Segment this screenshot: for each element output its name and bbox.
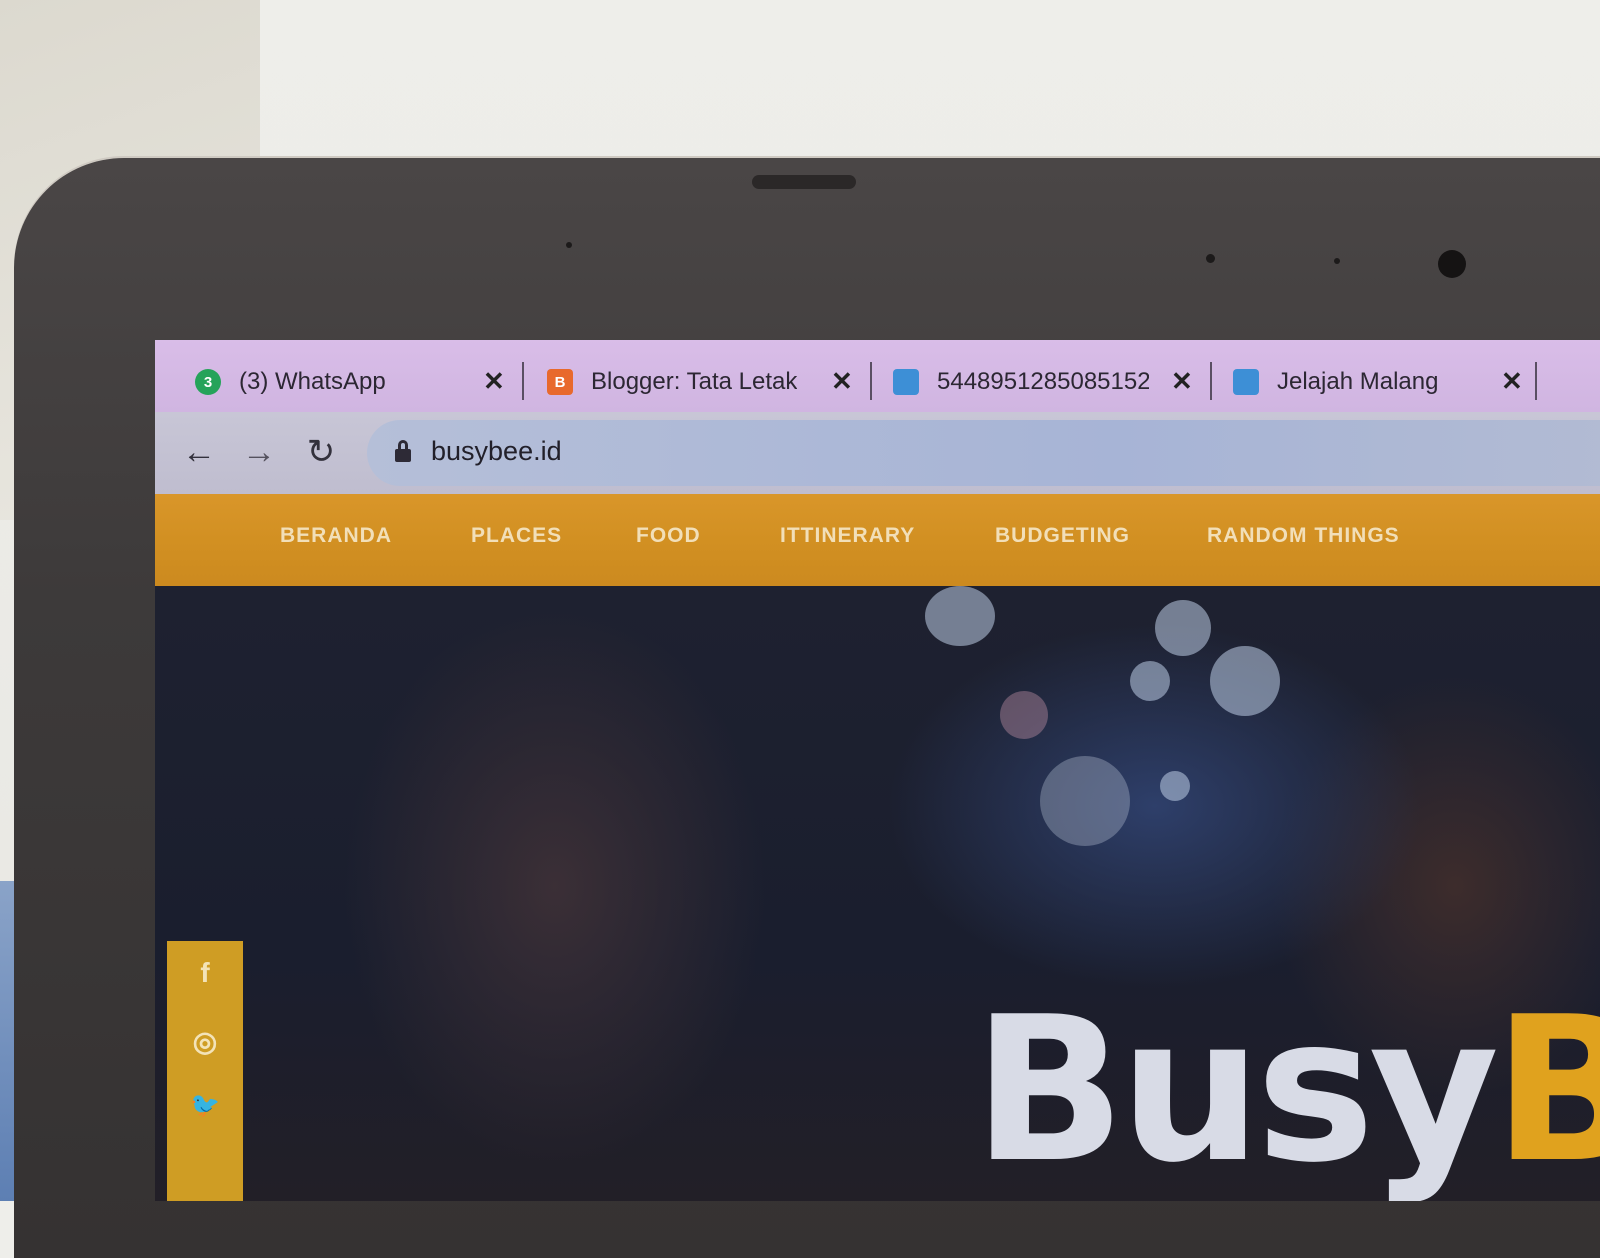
tab-jelajah-malang[interactable]: Jelajah Malang ✕ bbox=[1233, 352, 1553, 412]
hero-bubble bbox=[1155, 600, 1211, 656]
webcam-bump bbox=[752, 175, 856, 189]
tab-strip: 3 (3) WhatsApp ✕ B Blogger: Tata Letak ✕… bbox=[155, 340, 1600, 420]
back-button[interactable]: ← bbox=[177, 430, 221, 474]
hero-bubble bbox=[1210, 646, 1280, 716]
tab-separator bbox=[522, 362, 524, 400]
tab-title: Jelajah Malang bbox=[1277, 368, 1439, 395]
twitter-icon[interactable]: 🐦 bbox=[167, 1091, 243, 1120]
image-icon bbox=[893, 369, 919, 395]
hero-bubble bbox=[925, 586, 995, 646]
hero-banner: f ◎ 🐦 BusyB bbox=[155, 586, 1600, 1201]
tab-image-number[interactable]: 54489512850851522 ✕ bbox=[893, 352, 1213, 412]
hero-bubble bbox=[1040, 756, 1130, 846]
nav-item-beranda[interactable]: BERANDA bbox=[280, 524, 392, 548]
hero-bubble bbox=[1160, 771, 1190, 801]
webcam-lens bbox=[1438, 250, 1466, 278]
nav-item-places[interactable]: PLACES bbox=[471, 524, 562, 548]
background-fabric bbox=[0, 881, 14, 1201]
webcam-sensor-dot bbox=[1206, 254, 1215, 263]
close-icon[interactable]: ✕ bbox=[831, 366, 853, 397]
nav-item-random-things[interactable]: RANDOM THINGS bbox=[1207, 524, 1400, 548]
logo-text-b: B bbox=[1493, 974, 1600, 1201]
laptop-screen: 3 (3) WhatsApp ✕ B Blogger: Tata Letak ✕… bbox=[155, 340, 1600, 1201]
tab-blogger[interactable]: B Blogger: Tata Letak ✕ bbox=[547, 352, 867, 412]
image-icon bbox=[1233, 369, 1259, 395]
tab-title: (3) WhatsApp bbox=[239, 368, 386, 395]
whatsapp-icon: 3 bbox=[195, 369, 221, 395]
close-icon[interactable]: ✕ bbox=[1171, 366, 1193, 397]
nav-item-ittinerary[interactable]: ITTINERARY bbox=[780, 524, 915, 548]
browser-toolbar: ← → ↻ busybee.id bbox=[155, 412, 1600, 494]
social-sidebar: f ◎ 🐦 bbox=[167, 941, 243, 1201]
nav-item-budgeting[interactable]: BUDGETING bbox=[995, 524, 1130, 548]
lock-icon bbox=[395, 440, 411, 462]
tab-separator bbox=[870, 362, 872, 400]
instagram-icon[interactable]: ◎ bbox=[167, 1025, 243, 1058]
url-text: busybee.id bbox=[431, 436, 562, 466]
hero-bubble bbox=[1130, 661, 1170, 701]
facebook-icon[interactable]: f bbox=[167, 957, 243, 989]
hero-bubble bbox=[1000, 691, 1048, 739]
tab-separator bbox=[1535, 362, 1537, 400]
forward-button[interactable]: → bbox=[237, 430, 281, 474]
site-navigation: BERANDA PLACES FOOD ITTINERARY BUDGETING… bbox=[155, 494, 1600, 586]
close-icon[interactable]: ✕ bbox=[1501, 366, 1523, 397]
webcam-sensor-dot bbox=[566, 242, 572, 248]
address-bar[interactable]: busybee.id bbox=[367, 420, 1600, 486]
tab-title: 54489512850851522 bbox=[937, 368, 1149, 395]
tab-whatsapp[interactable]: 3 (3) WhatsApp ✕ bbox=[195, 352, 515, 412]
blogger-icon: B bbox=[547, 369, 573, 395]
webcam-sensor-dot bbox=[1334, 258, 1340, 264]
nav-item-food[interactable]: FOOD bbox=[636, 524, 701, 548]
close-icon[interactable]: ✕ bbox=[483, 366, 505, 397]
reload-button[interactable]: ↻ bbox=[299, 430, 343, 474]
logo-text-busy: Busy bbox=[973, 974, 1499, 1201]
site-logo: BusyB bbox=[973, 991, 1600, 1191]
tab-separator bbox=[1210, 362, 1212, 400]
tab-title: Blogger: Tata Letak bbox=[591, 368, 798, 395]
